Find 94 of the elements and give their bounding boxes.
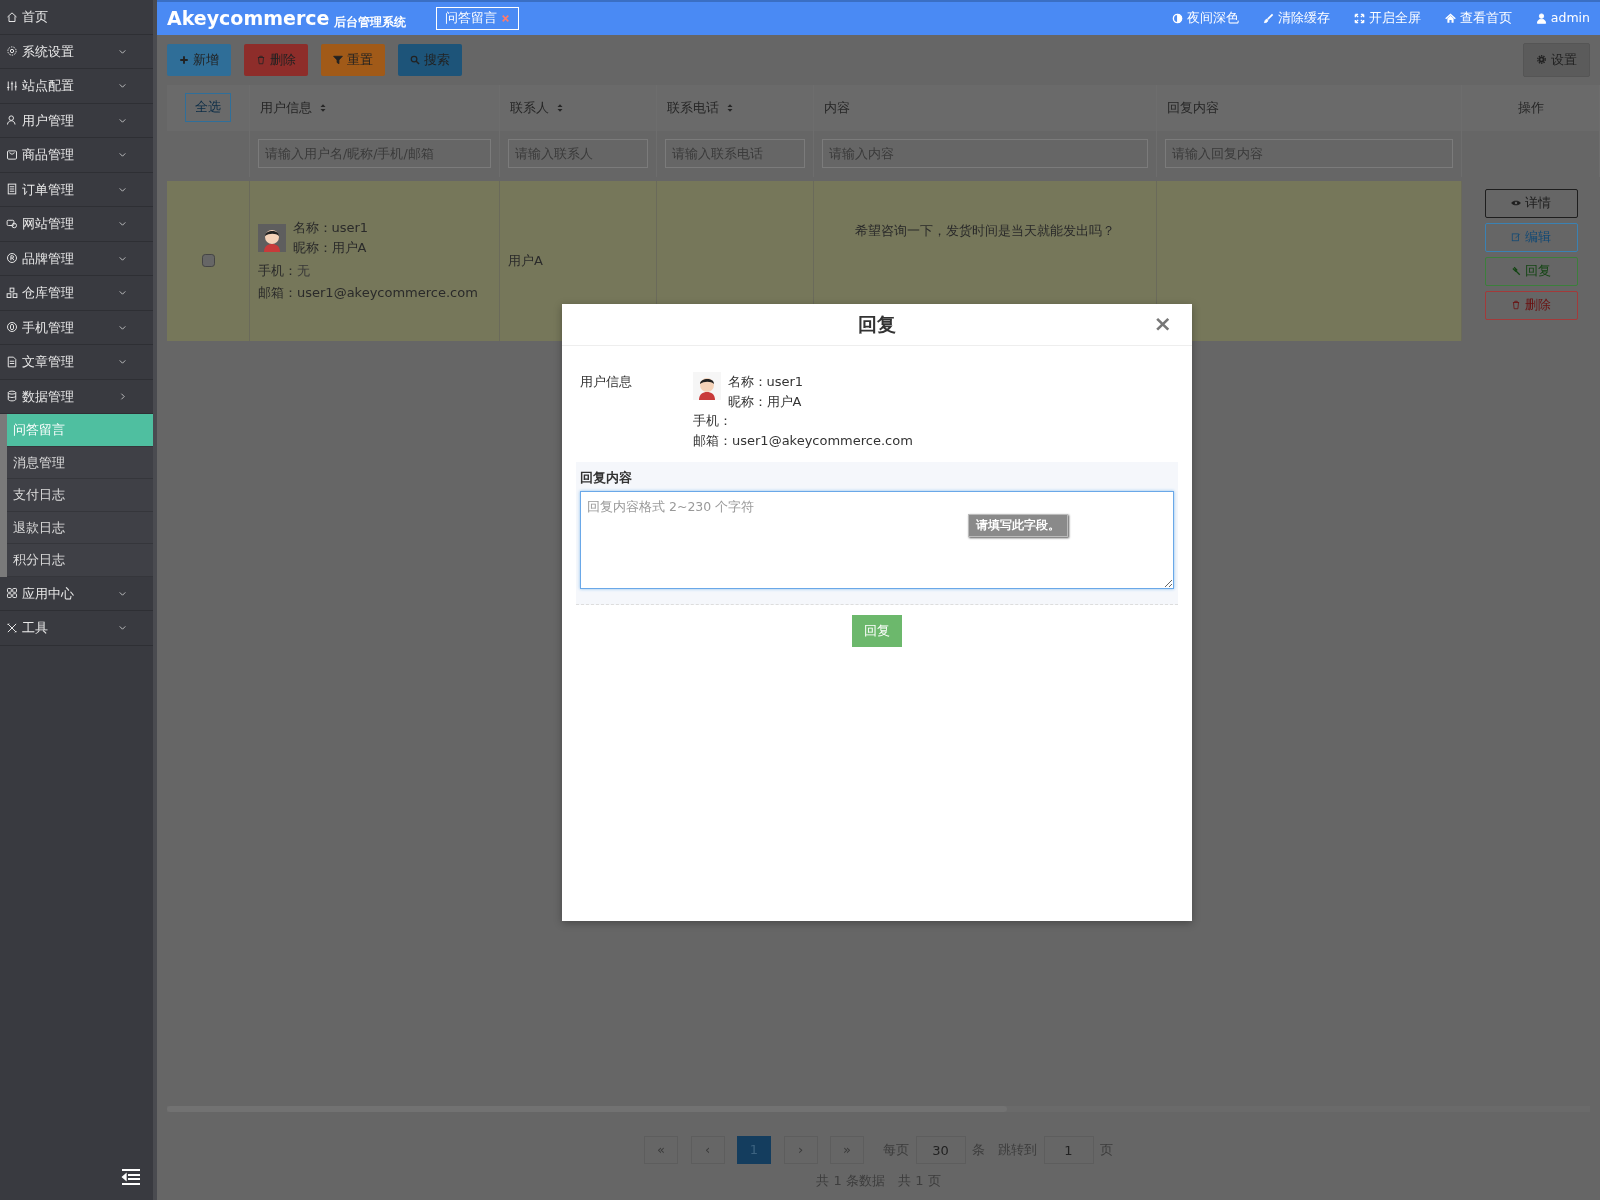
reset-button[interactable]: 重置 — [321, 44, 385, 76]
sidebar-item[interactable]: 用户管理 — [0, 103, 153, 138]
field-label: 回复内容 — [580, 469, 633, 487]
avatar — [258, 223, 286, 252]
home-icon — [6, 10, 18, 23]
chat-icon — [6, 217, 18, 230]
delete-button[interactable]: 删除 — [1484, 290, 1578, 320]
plus-icon — [179, 54, 189, 65]
brush-icon — [1262, 13, 1274, 24]
search-button[interactable]: 搜索 — [398, 44, 462, 76]
submit-button[interactable]: 回复 — [852, 615, 902, 647]
user-nickname: 昵称：用户A — [727, 392, 803, 411]
search-icon — [410, 54, 420, 65]
user-email: 邮箱：user1@akeycommerce.com — [258, 284, 479, 303]
sidebar-item[interactable]: 应用中心 — [0, 576, 153, 611]
page-button[interactable]: « — [644, 1136, 678, 1164]
sidebar-item[interactable]: 品牌管理 — [0, 241, 153, 276]
fullscreen-icon — [1353, 13, 1365, 24]
edit-icon — [1511, 232, 1521, 242]
sidebar-item[interactable]: 首页 — [0, 0, 153, 35]
home-icon — [1444, 13, 1456, 24]
boxes-icon — [6, 286, 18, 299]
phone-label: 手机： — [258, 262, 297, 278]
sidebar-item[interactable]: 系统设置 — [0, 34, 153, 69]
bag-icon — [6, 148, 18, 161]
user-icon — [6, 114, 18, 127]
column-header[interactable]: 联系电话 — [667, 97, 719, 118]
filter-icon — [333, 54, 343, 65]
collapse-menu-icon[interactable] — [121, 1168, 141, 1186]
header-link[interactable]: 夜间深色 — [1171, 9, 1239, 28]
list-icon — [6, 183, 18, 196]
user-name: 名称：user1 — [292, 219, 369, 238]
header-link[interactable]: 查看首页 — [1444, 9, 1512, 28]
sidebar-item[interactable]: 手机管理 — [0, 310, 153, 345]
submenu-item[interactable]: 问答留言 — [7, 414, 153, 447]
submenu-item[interactable]: 退款日志 — [7, 511, 153, 544]
sidebar-item[interactable]: 订单管理 — [0, 172, 153, 207]
phone-value: 无 — [297, 262, 310, 278]
phone-label: 手机： — [693, 412, 733, 430]
jump-page-field[interactable]: 1 — [1043, 1136, 1094, 1164]
gear-icon — [6, 45, 18, 58]
contrast-icon — [1171, 13, 1183, 24]
modal-title: 回复 — [858, 312, 896, 338]
submenu-item[interactable]: 消息管理 — [7, 446, 153, 479]
column-header[interactable]: 联系人 — [510, 97, 549, 118]
circle-icon — [6, 321, 18, 334]
sidebar-item[interactable]: 仓库管理 — [0, 276, 153, 311]
field-label: 用户信息 — [580, 374, 632, 389]
database-icon — [6, 390, 18, 403]
detail-button[interactable]: 详情 — [1484, 188, 1578, 218]
submenu-item[interactable]: 积分日志 — [7, 544, 153, 577]
header-link[interactable]: 开启全屏 — [1353, 9, 1421, 28]
tools-icon — [6, 621, 18, 634]
sidebar-item[interactable]: 工具 — [0, 611, 153, 646]
grid-icon — [6, 587, 18, 600]
reply-button[interactable]: 回复 — [1484, 256, 1578, 286]
page-button[interactable]: › — [783, 1136, 818, 1164]
per-page-field[interactable]: 30 — [915, 1136, 966, 1164]
column-header: 操作 — [1517, 98, 1544, 117]
brand-subtitle: 后台管理系统 — [334, 13, 407, 31]
gear-icon — [1536, 54, 1547, 66]
user-email: 邮箱：user1@akeycommerce.com — [693, 431, 913, 450]
add-button[interactable]: 新增 — [167, 44, 231, 76]
document-icon — [6, 355, 18, 368]
header-link[interactable]: 清除缓存 — [1262, 9, 1330, 28]
sidebar-item[interactable]: 网站管理 — [0, 207, 153, 242]
sidebar-item[interactable]: 商品管理 — [0, 138, 153, 173]
sidebar-item[interactable]: 站点配置 — [0, 69, 153, 104]
sidebar-item[interactable]: 文章管理 — [0, 345, 153, 380]
user-name: 名称：user1 — [727, 373, 804, 391]
close-button[interactable]: × — [1147, 312, 1178, 336]
circle-icon — [6, 252, 18, 265]
trash-icon — [256, 54, 266, 65]
header-link[interactable]: admin — [1535, 9, 1590, 28]
close-icon — [501, 14, 511, 23]
select-all-button[interactable]: 全选 — [185, 93, 231, 122]
column-header[interactable]: 用户信息 — [260, 97, 312, 118]
validation-tooltip: 请填写此字段。 — [968, 514, 1068, 538]
trash-icon — [1511, 300, 1521, 310]
avatar — [693, 372, 721, 400]
column-header: 内容 — [824, 98, 850, 117]
delete-button[interactable]: 删除 — [244, 44, 308, 76]
user-icon — [1535, 13, 1547, 24]
page-button[interactable]: » — [830, 1136, 864, 1164]
user-nickname: 昵称：用户A — [292, 238, 368, 257]
page-tab[interactable]: 问答留言 — [436, 7, 520, 30]
row-checkbox[interactable] — [201, 254, 215, 267]
submenu-item[interactable]: 支付日志 — [7, 479, 153, 512]
eye-icon — [1511, 198, 1521, 208]
brand-name: Akeycommerce — [167, 6, 330, 32]
contact-name: 用户A — [508, 251, 543, 270]
page-button[interactable]: ‹ — [690, 1136, 725, 1164]
column-header: 回复内容 — [1167, 98, 1219, 117]
sliders-icon — [6, 79, 18, 92]
